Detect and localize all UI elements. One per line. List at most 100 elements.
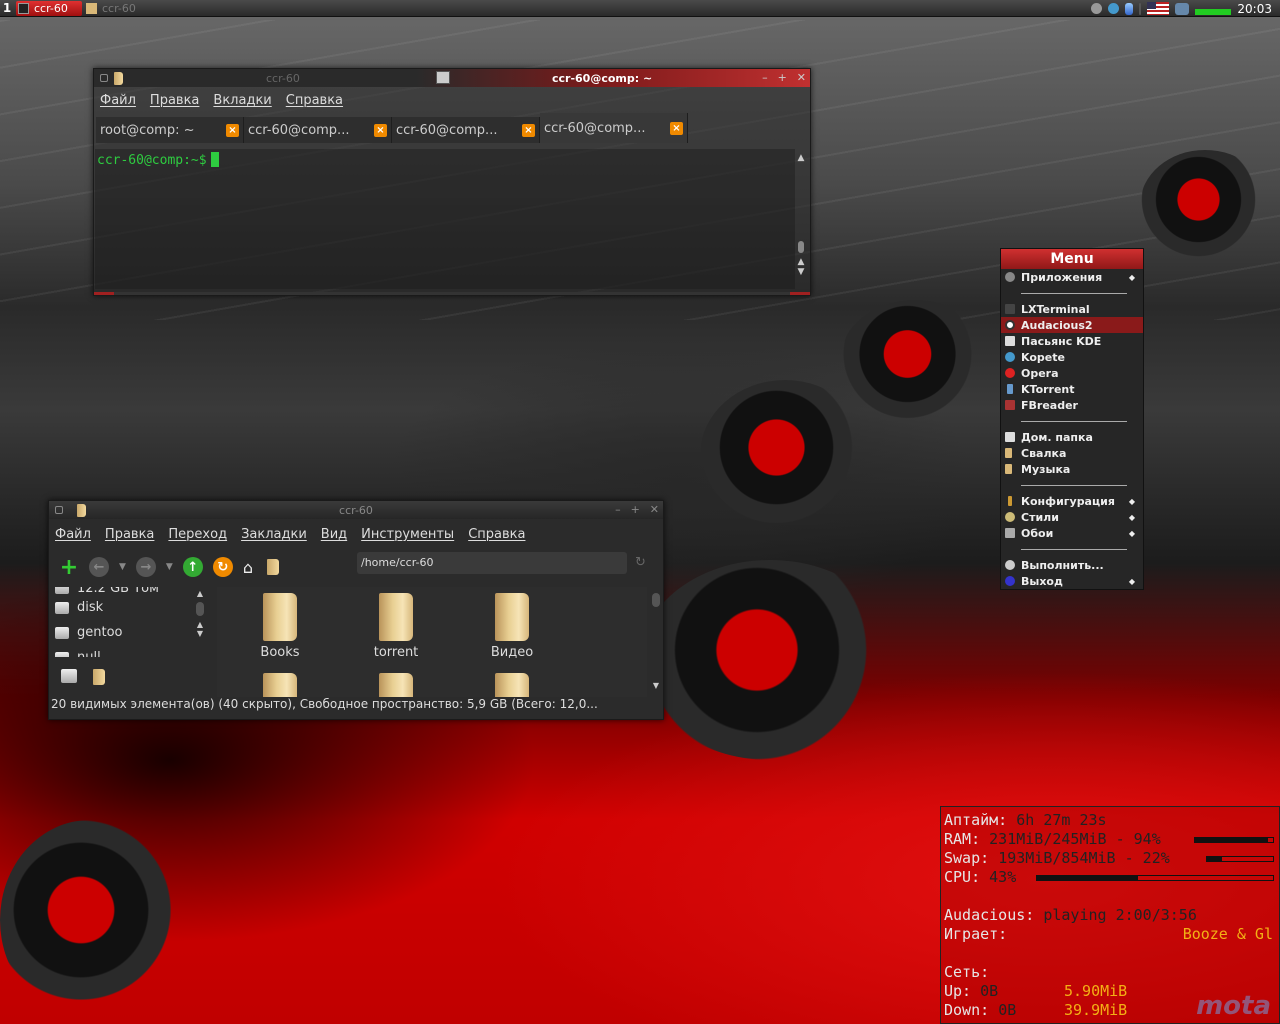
sidebar-scrollbar[interactable]: ▲ ▲ ▼ <box>195 589 205 655</box>
tab-root[interactable]: root@comp: ~ × <box>96 117 244 143</box>
kopete-icon[interactable] <box>1108 3 1120 14</box>
menu-help[interactable]: Справка <box>286 93 343 108</box>
menu-item-audacious[interactable]: Audacious2 <box>1001 317 1143 333</box>
scroll-down-icon[interactable]: ▼ <box>195 629 205 638</box>
terminal-prompt: ccr-60@comp:~$ <box>97 153 207 168</box>
ktorrent-icon[interactable] <box>1125 2 1134 15</box>
menu-edit[interactable]: Правка <box>150 93 199 108</box>
close-icon[interactable]: ✕ <box>797 71 806 84</box>
scroll-thumb[interactable] <box>798 241 804 253</box>
menu-bookmarks[interactable]: Закладки <box>241 527 307 542</box>
sidebar-item-disk[interactable]: disk <box>51 595 189 620</box>
file-item[interactable] <box>351 667 441 697</box>
network-icon[interactable] <box>1175 2 1190 15</box>
scroll-thumb[interactable] <box>196 602 204 616</box>
icon-view-scrollbar[interactable]: ▼ <box>651 589 661 697</box>
terminal-titlebar[interactable]: ccr-60 ccr-60@comp: ~ – + ✕ <box>94 69 810 87</box>
file-item[interactable]: Books <box>235 587 325 660</box>
menu-item-music[interactable]: Музыка <box>1001 461 1143 477</box>
file-item[interactable]: torrent <box>351 587 441 660</box>
volume-icon[interactable] <box>1091 3 1103 14</box>
sidebar-item-null[interactable]: null <box>51 645 189 657</box>
file-manager-titlebar[interactable]: ccr-60 – + ✕ <box>49 501 663 519</box>
close-icon[interactable]: × <box>374 123 387 137</box>
scroll-up-icon[interactable]: ▲ <box>796 153 806 163</box>
location-bar[interactable]: /home/ccr-60 <box>357 552 627 574</box>
playing-label: Играет: <box>944 925 1008 943</box>
menu-tabs[interactable]: Вкладки <box>213 93 271 108</box>
menu-item-lxterminal[interactable]: LXTerminal <box>1001 301 1143 317</box>
up-icon[interactable]: ↑ <box>182 557 203 577</box>
menu-item-solitaire[interactable]: Пасьянс KDE <box>1001 333 1143 349</box>
desktop-number[interactable]: 1 <box>0 1 14 15</box>
menu-item-applications[interactable]: Приложения ◆ <box>1001 269 1143 285</box>
devices-icon[interactable] <box>61 669 77 683</box>
scroll-down-icon[interactable]: ▼ <box>796 267 806 277</box>
back-icon[interactable]: ← <box>89 557 109 577</box>
new-tab-icon[interactable]: + <box>59 555 79 580</box>
tab-ccr-60-2[interactable]: ccr-60@comp... × <box>392 117 540 143</box>
taskbar-item-terminal[interactable]: ccr-60 <box>16 0 82 16</box>
menu-item-dump[interactable]: Свалка <box>1001 445 1143 461</box>
sidebar-item-gentoo[interactable]: gentoo <box>51 620 189 645</box>
terminal-scrollbar[interactable]: ▲ ▲ ▼ <box>796 153 806 289</box>
reload-icon[interactable]: ↻ <box>212 557 233 577</box>
close-icon[interactable]: × <box>670 121 683 135</box>
minimize-icon[interactable]: – <box>615 503 621 516</box>
system-tray: 20:03 <box>1091 0 1280 17</box>
menu-item-run[interactable]: Выполнить... <box>1001 557 1143 573</box>
clock[interactable]: 20:03 <box>1237 2 1272 16</box>
menu-tools[interactable]: Инструменты <box>361 527 454 542</box>
scroll-up-icon[interactable]: ▲ <box>195 589 205 598</box>
cpu-value: 43% <box>989 868 1017 886</box>
close-icon[interactable]: × <box>522 123 535 137</box>
sidebar-item-volume[interactable]: 12.2 GB Том <box>51 587 189 595</box>
window-menu-icon[interactable] <box>100 74 108 82</box>
down-total: 39.9MiB <box>1064 1001 1128 1019</box>
maximize-icon[interactable]: + <box>631 503 640 516</box>
bookmarks-folder-icon[interactable] <box>93 669 105 685</box>
scroll-down-icon[interactable]: ▲ <box>796 257 806 267</box>
taskbar-item-filemanager[interactable]: ccr-60 <box>84 1 150 16</box>
scroll-down-icon[interactable]: ▲ <box>195 620 205 629</box>
chevron-down-icon[interactable]: ▼ <box>119 562 126 572</box>
menu-item-fbreader[interactable]: FBreader <box>1001 397 1143 413</box>
menu-file[interactable]: Файл <box>100 93 136 108</box>
menu-item-kopete[interactable]: Kopete <box>1001 349 1143 365</box>
opera-icon <box>1005 368 1015 378</box>
menu-edit[interactable]: Правка <box>105 527 154 542</box>
go-icon[interactable]: ↻ <box>635 555 646 570</box>
menu-item-opera[interactable]: Opera <box>1001 365 1143 381</box>
tab-ccr-60-3[interactable]: ccr-60@comp... × <box>540 113 688 143</box>
maximize-icon[interactable]: + <box>778 71 787 84</box>
menu-item-ktorrent[interactable]: KTorrent <box>1001 381 1143 397</box>
menu-help[interactable]: Справка <box>468 527 525 542</box>
menu-item-wallpapers[interactable]: Обои ◆ <box>1001 525 1143 541</box>
close-icon[interactable]: × <box>226 123 239 137</box>
forward-icon[interactable]: → <box>135 557 156 577</box>
file-item[interactable] <box>467 667 557 697</box>
terminal-output[interactable]: ccr-60@comp:~$ <box>95 149 795 289</box>
folder-icon[interactable] <box>267 559 279 575</box>
menu-view[interactable]: Вид <box>321 527 347 542</box>
chevron-down-icon[interactable]: ▼ <box>166 562 173 572</box>
menu-go[interactable]: Переход <box>168 527 227 542</box>
menu-file[interactable]: Файл <box>55 527 91 542</box>
menu-item-label: Выход <box>1021 574 1063 588</box>
file-item[interactable] <box>235 667 325 697</box>
file-item[interactable]: Видео <box>467 587 557 660</box>
menu-item-config[interactable]: Конфигурация ◆ <box>1001 493 1143 509</box>
drive-icon <box>55 601 69 614</box>
menu-item-exit[interactable]: Выход ◆ <box>1001 573 1143 589</box>
keyboard-layout-flag-icon[interactable] <box>1147 2 1170 15</box>
scroll-thumb[interactable] <box>652 593 660 607</box>
home-icon[interactable]: ⌂ <box>243 558 253 577</box>
menu-item-home[interactable]: Дом. папка <box>1001 429 1143 445</box>
tab-ccr-60-1[interactable]: ccr-60@comp... × <box>244 117 392 143</box>
minimize-icon[interactable]: – <box>762 71 768 84</box>
menu-separator <box>1001 285 1143 301</box>
scroll-down-icon[interactable]: ▼ <box>651 681 661 690</box>
close-icon[interactable]: ✕ <box>650 503 659 516</box>
menu-item-styles[interactable]: Стили ◆ <box>1001 509 1143 525</box>
